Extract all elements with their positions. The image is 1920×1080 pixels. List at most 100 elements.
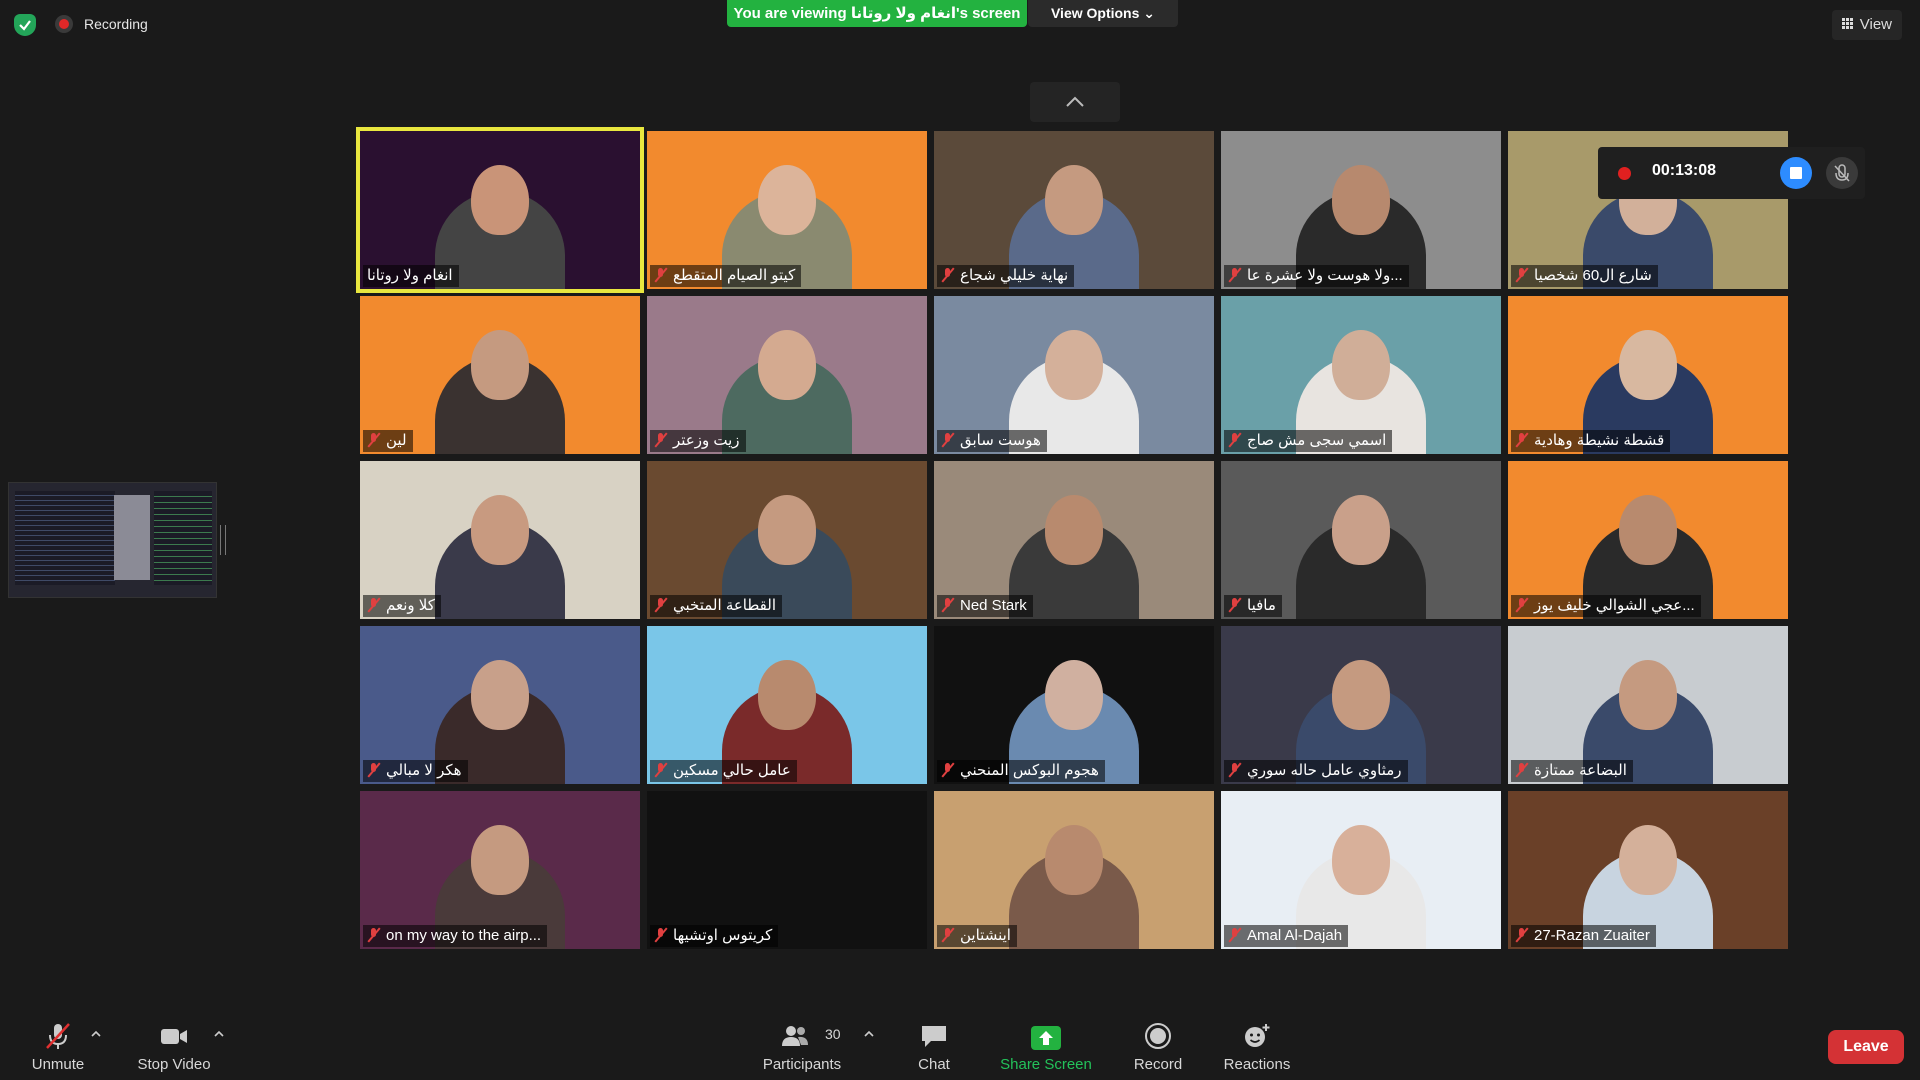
mute-recording-button[interactable] (1826, 157, 1858, 189)
participant-name: انغام ولا روتانا (367, 267, 453, 284)
muted-mic-icon (1515, 598, 1529, 612)
shared-screen-thumbnail[interactable] (8, 482, 217, 598)
share-screen-label: Share Screen (1000, 1056, 1092, 1073)
participant-video-tile[interactable]: Ned Stark (934, 461, 1214, 619)
chevron-up-icon (1066, 96, 1084, 107)
participant-video-tile[interactable]: اينشتاين (934, 791, 1214, 949)
participant-name: Amal Al-Dajah (1247, 927, 1343, 944)
audio-options-chevron-icon[interactable] (90, 1028, 102, 1040)
participant-video-tile[interactable]: هوست سابق (934, 296, 1214, 454)
participant-face (1045, 330, 1103, 400)
recording-label: Recording (84, 16, 148, 32)
recording-indicator-icon[interactable] (55, 15, 73, 33)
chat-button[interactable]: Chat (904, 1010, 964, 1080)
participant-face (471, 495, 529, 565)
participant-video-tile[interactable]: كلا ونعم (360, 461, 640, 619)
participant-video-tile[interactable]: البضاعة ممتازة (1508, 626, 1788, 784)
participant-name: كيتو الصيام المتقطع (673, 267, 796, 284)
participant-face (758, 165, 816, 235)
muted-mic-icon (367, 928, 381, 942)
muted-mic-icon (1515, 928, 1529, 942)
participant-video-tile[interactable]: كريتوس اوتشيها (647, 791, 927, 949)
participant-name: اينشتاين (960, 927, 1011, 944)
participant-name: 27-Razan Zuaiter (1534, 927, 1650, 944)
participant-name-label: رمثاوي عامل حاله سوري (1224, 760, 1408, 782)
participant-video-tile[interactable]: ولا هوست ولا عشرة عا... (1221, 131, 1501, 289)
participant-name-label: كيتو الصيام المتقطع (650, 265, 802, 287)
collapse-video-strip-button[interactable] (1030, 82, 1120, 122)
participant-name-label: انغام ولا روتانا (363, 265, 459, 287)
participant-face (471, 330, 529, 400)
participant-video-tile[interactable]: لين (360, 296, 640, 454)
participant-video-tile[interactable]: on my way to the airp... (360, 791, 640, 949)
participant-video-tile[interactable]: عامل حالي مسكين (647, 626, 927, 784)
participants-count: 30 (825, 1026, 841, 1042)
stop-video-button[interactable]: Stop Video (132, 1010, 216, 1080)
participant-name-label: القطاعة المتخبي (650, 595, 783, 617)
participant-face (758, 660, 816, 730)
participant-video-tile[interactable]: انغام ولا روتانا (356, 127, 644, 293)
participant-name: ولا هوست ولا عشرة عا... (1247, 267, 1403, 284)
muted-mic-icon (1515, 763, 1529, 777)
muted-mic-icon (654, 763, 668, 777)
participant-video-tile[interactable]: عجي الشوالي خليف يوز... (1508, 461, 1788, 619)
muted-mic-icon (367, 598, 381, 612)
participant-video-tile[interactable]: Amal Al-Dajah (1221, 791, 1501, 949)
participant-face (1619, 660, 1677, 730)
stop-recording-button[interactable] (1780, 157, 1812, 189)
participant-video-tile[interactable]: كيتو الصيام المتقطع (647, 131, 927, 289)
unmute-button[interactable]: Unmute (22, 1010, 94, 1080)
participant-video-tile[interactable]: مافيا (1221, 461, 1501, 619)
participant-video-tile[interactable]: هجوم البوكس المنحني (934, 626, 1214, 784)
participant-name-label: هكر لا مبالي (363, 760, 468, 782)
participant-name-label: قشطة نشيطة وهادية (1511, 430, 1671, 452)
leave-meeting-button[interactable]: Leave (1828, 1030, 1904, 1064)
participant-name-label: اينشتاين (937, 925, 1017, 947)
muted-mic-icon (654, 268, 668, 282)
muted-mic-icon (1228, 598, 1242, 612)
participant-video-tile[interactable]: القطاعة المتخبي (647, 461, 927, 619)
participant-name-label: عامل حالي مسكين (650, 760, 797, 782)
participant-name: مافيا (1247, 597, 1276, 614)
participant-face (758, 495, 816, 565)
participant-name-label: عجي الشوالي خليف يوز... (1511, 595, 1701, 617)
emoji-reaction-icon (1245, 1024, 1270, 1047)
view-options-button[interactable]: View Options ⌄ (1028, 0, 1178, 27)
participant-face (1332, 495, 1390, 565)
unmute-label: Unmute (31, 1056, 85, 1073)
muted-mic-icon (941, 433, 955, 447)
participant-name: كريتوس اوتشيها (673, 927, 773, 944)
participant-video-tile[interactable]: 27-Razan Zuaiter (1508, 791, 1788, 949)
record-button[interactable]: Record (1128, 1010, 1188, 1080)
participant-name: عجي الشوالي خليف يوز... (1534, 597, 1695, 614)
share-screen-button[interactable]: Share Screen (996, 1010, 1096, 1080)
chat-label: Chat (918, 1056, 950, 1073)
participant-video-tile[interactable]: زيت وزعتر (647, 296, 927, 454)
muted-mic-icon (1228, 433, 1242, 447)
participant-name-label: كلا ونعم (363, 595, 441, 617)
participants-options-chevron-icon[interactable] (863, 1028, 875, 1040)
thumbnail-resize-handle[interactable] (220, 525, 226, 555)
participant-face (1332, 825, 1390, 895)
participant-video-tile[interactable]: رمثاوي عامل حاله سوري (1221, 626, 1501, 784)
muted-mic-icon (941, 268, 955, 282)
view-button[interactable]: View (1831, 10, 1902, 40)
participant-name: شارع ال60 شخصيا (1534, 267, 1652, 284)
participant-video-tile[interactable]: قشطة نشيطة وهادية (1508, 296, 1788, 454)
chat-bubble-icon (922, 1026, 946, 1047)
participant-name: هوست سابق (960, 432, 1041, 449)
participant-video-tile[interactable]: هكر لا مبالي (360, 626, 640, 784)
participant-video-tile[interactable]: اسمي سجى مش صاج (1221, 296, 1501, 454)
participant-name-label: on my way to the airp... (363, 925, 548, 947)
participants-button[interactable]: Participants (760, 1010, 844, 1080)
reactions-button[interactable]: Reactions (1220, 1010, 1294, 1080)
participant-name: القطاعة المتخبي (673, 597, 777, 614)
participant-name-label: 27-Razan Zuaiter (1511, 925, 1656, 947)
participant-face (1332, 660, 1390, 730)
encryption-shield-icon[interactable] (14, 14, 36, 36)
participant-face (1619, 825, 1677, 895)
video-options-chevron-icon[interactable] (213, 1028, 225, 1040)
participant-video-tile[interactable]: نهاية خليلي شجاع (934, 131, 1214, 289)
reactions-label: Reactions (1223, 1056, 1291, 1073)
participant-face (471, 660, 529, 730)
